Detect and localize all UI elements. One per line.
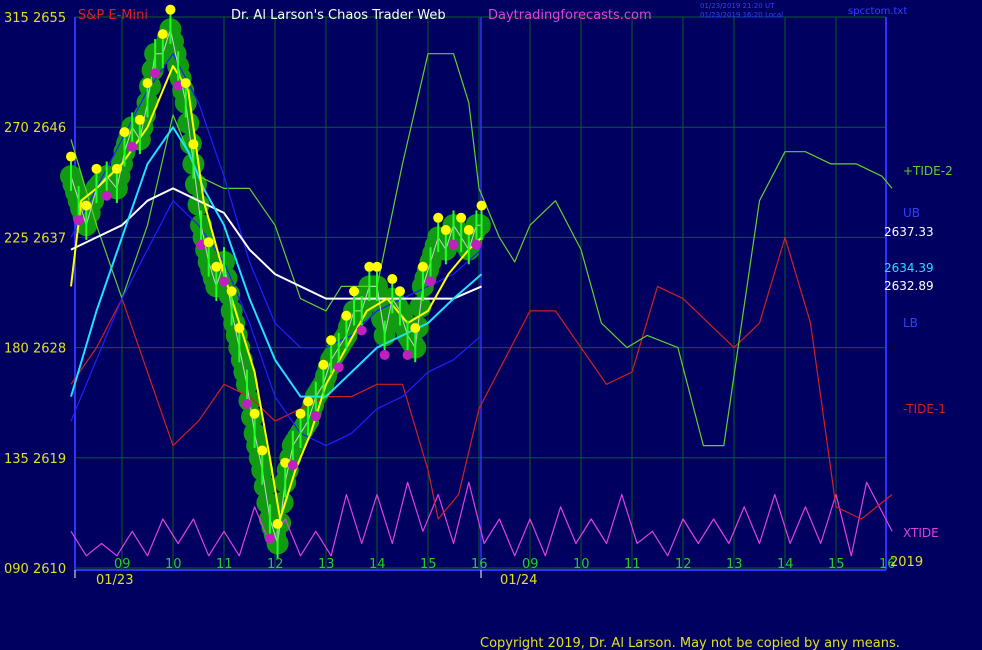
instrument-label: S&P E-Mini: [78, 8, 148, 23]
y-label-left-2: 225: [4, 231, 29, 246]
y-label-right-5: 2610: [33, 562, 66, 577]
x-tick-day2-4: 13: [726, 557, 743, 572]
date-label-1: 01/23: [96, 573, 133, 588]
yellow-dot: [272, 518, 283, 529]
magenta-dot: [73, 215, 84, 226]
y-label-right-3: 2628: [33, 342, 66, 357]
yellow-dot: [157, 29, 168, 40]
magenta-dot: [150, 68, 161, 79]
y-label-right-1: 2646: [33, 121, 66, 136]
x-tick-day1-1: 10: [165, 557, 182, 572]
copyright: Copyright 2019, Dr. Al Larson. May not b…: [480, 636, 900, 650]
yellow-dot: [295, 408, 306, 419]
x-tick-day1-4: 13: [318, 557, 335, 572]
legend-xtide: XTIDE: [903, 526, 939, 540]
data-file-name: spcctom.txt: [848, 6, 907, 17]
y-label-left-0: 315: [4, 11, 29, 26]
chart-title: Dr. Al Larson's Chaos Trader Web: [231, 8, 446, 23]
yellow-dot: [326, 335, 337, 346]
x-tick-day1-6: 15: [420, 557, 437, 572]
yellow-dot: [349, 286, 360, 297]
magenta-dot: [356, 325, 367, 336]
x-tick-day2-3: 12: [675, 557, 692, 572]
y-label-left-3: 180: [4, 342, 29, 357]
yellow-dot: [433, 212, 444, 223]
magenta-dot: [402, 349, 413, 360]
yellow-dot: [111, 163, 122, 174]
yellow-dot: [341, 310, 352, 321]
yellow-dot: [440, 225, 451, 236]
yellow-dot: [303, 396, 314, 407]
y-label-left-4: 135: [4, 452, 29, 467]
legend-tide1: -TIDE-1: [903, 402, 946, 416]
x-tick-day1-2: 11: [216, 557, 233, 572]
x-tick-day2-0: 09: [522, 557, 539, 572]
yellow-dot: [394, 286, 405, 297]
magenta-dot: [127, 141, 138, 152]
yellow-dot: [226, 286, 237, 297]
site-link[interactable]: Daytradingforecasts.com: [488, 8, 652, 23]
yellow-dot: [249, 408, 260, 419]
yellow-dot: [188, 139, 199, 150]
year-label: 2019: [890, 555, 923, 570]
yellow-dot: [119, 127, 130, 138]
y-label-left-5: 090: [4, 562, 29, 577]
magenta-dot: [264, 533, 275, 544]
y-label-right-2: 2637: [33, 231, 66, 246]
yellow-dot: [463, 225, 474, 236]
magenta-dot: [448, 239, 459, 250]
yellow-dot: [180, 78, 191, 89]
magenta-dot: [379, 349, 390, 360]
x-tick-day1-0: 09: [114, 557, 131, 572]
yellow-dot: [234, 323, 245, 334]
legend-tide2: +TIDE-2: [903, 164, 953, 178]
yellow-dot: [134, 114, 145, 125]
magenta-dot: [101, 190, 112, 201]
x-tick-day1-7: 16: [471, 557, 488, 572]
x-tick-day2-6: 15: [828, 557, 845, 572]
magenta-dot: [333, 362, 344, 373]
chart: 315 2655 270 2646 225 2637 180 2628 135 2619 090 26…: [0, 0, 982, 650]
yellow-dot: [211, 261, 222, 272]
y-label-right-0: 2655: [33, 11, 66, 26]
y-label-left-1: 270: [4, 121, 29, 136]
yellow-dot: [257, 445, 268, 456]
legend-ub: UB: [903, 206, 920, 220]
timestamp-ut: 01/23/2019 21:20 UT: [700, 2, 775, 10]
timestamp-local: 01/23/2019 16:20 Local: [700, 11, 783, 19]
legend-lb: LB: [903, 316, 918, 330]
yellow-dot: [318, 359, 329, 370]
legend-value-2: 2634.39: [884, 261, 934, 275]
x-tick-day2-1: 10: [573, 557, 590, 572]
yellow-dot: [81, 200, 92, 211]
magenta-dot: [310, 411, 321, 422]
x-tick-day2-2: 11: [624, 557, 641, 572]
y-label-right-4: 2619: [33, 452, 66, 467]
magenta-dot: [241, 398, 252, 409]
yellow-dot: [456, 212, 467, 223]
date-label-2: 01/24: [500, 573, 537, 588]
x-tick-day2-5: 14: [777, 557, 794, 572]
magenta-dot: [425, 276, 436, 287]
yellow-dot: [387, 274, 398, 285]
yellow-dot: [372, 261, 382, 272]
yellow-dot: [476, 200, 487, 211]
yellow-dot: [417, 261, 428, 272]
magenta-dot: [287, 460, 298, 471]
yellow-dot: [203, 237, 214, 248]
yellow-dot: [66, 151, 76, 162]
x-tick-day1-5: 14: [369, 557, 386, 572]
legend-value-1: 2637.33: [884, 225, 934, 239]
yellow-dot: [91, 163, 102, 174]
legend-value-3: 2632.89: [884, 279, 934, 293]
magenta-dot: [471, 239, 482, 250]
magenta-dot: [219, 276, 229, 287]
x-tick-day1-3: 12: [267, 557, 284, 572]
yellow-dot: [165, 4, 176, 15]
yellow-dot: [142, 78, 153, 89]
yellow-dot: [410, 323, 421, 334]
